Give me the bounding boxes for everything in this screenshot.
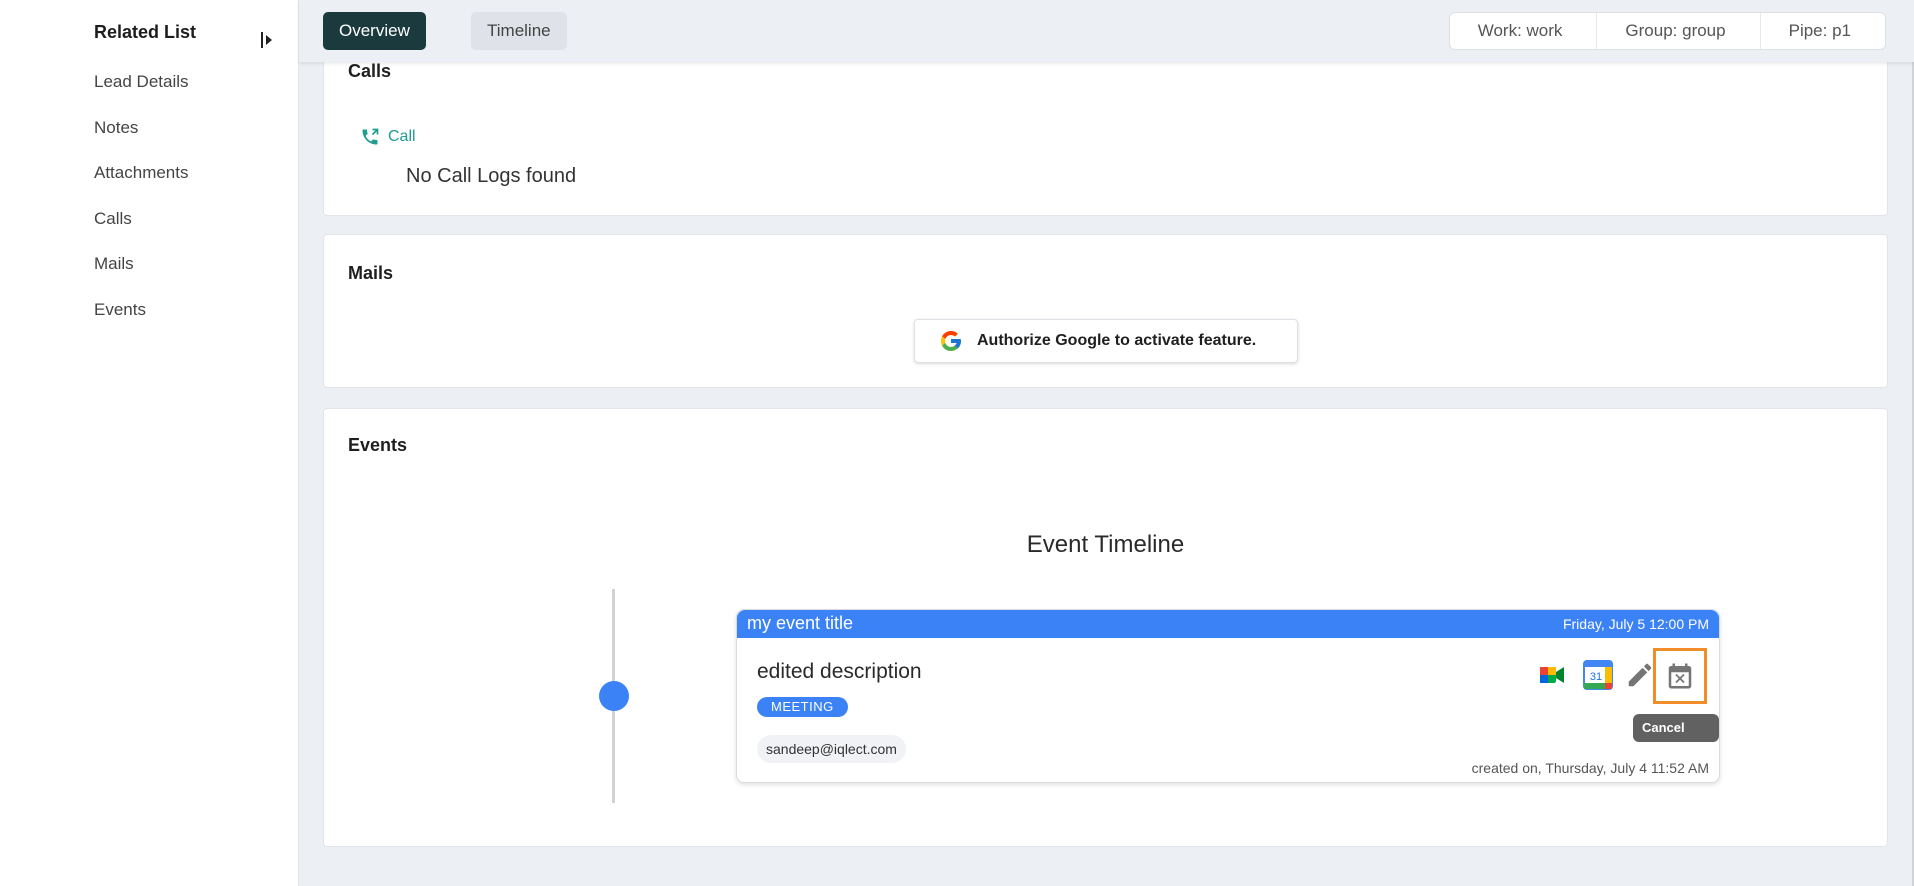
- mails-section: Mails Authorize Google to activate featu…: [323, 234, 1888, 388]
- call-link-label: Call: [388, 128, 416, 145]
- sidebar-list: Lead Details Notes Attachments Calls Mai…: [94, 70, 189, 344]
- mails-title: Mails: [348, 263, 394, 283]
- sidebar-item-lead-details[interactable]: Lead Details: [94, 70, 189, 116]
- svg-text:31: 31: [1590, 671, 1602, 683]
- calls-section: Calls Call No Call Logs found: [323, 42, 1888, 216]
- authorize-google-button[interactable]: Authorize Google to activate feature.: [914, 319, 1298, 363]
- calendar-cancel-icon: [1668, 663, 1692, 689]
- events-title: Events: [348, 435, 408, 455]
- sidebar-item-notes[interactable]: Notes: [94, 116, 189, 162]
- timeline-dot: [599, 681, 629, 711]
- event-title: my event title: [747, 613, 854, 633]
- sidebar-item-attachments[interactable]: Attachments: [94, 161, 189, 207]
- collapse-sidebar-icon[interactable]: [260, 30, 274, 50]
- top-bar: Overview Timeline Work: work Group: grou…: [299, 0, 1914, 62]
- tab-overview[interactable]: Overview: [323, 12, 426, 50]
- call-link[interactable]: Call: [360, 127, 416, 147]
- event-card[interactable]: my event title Friday, July 5 12:00 PM e…: [736, 609, 1720, 783]
- authorize-google-label: Authorize Google to activate feature.: [977, 332, 1257, 349]
- google-calendar-icon[interactable]: 31: [1583, 660, 1613, 690]
- events-section: Events Event Timeline my event title Fri…: [323, 408, 1888, 847]
- sidebar-item-events[interactable]: Events: [94, 298, 189, 344]
- edit-pencil-icon[interactable]: [1625, 660, 1655, 690]
- breadcrumb-work[interactable]: Work: work: [1450, 13, 1597, 49]
- cancel-event-tooltip: Cancel Event: [1633, 714, 1719, 763]
- calendar-icon: 31: [1583, 660, 1613, 690]
- breadcrumb: Work: work Group: group Pipe: p1: [1448, 12, 1886, 50]
- event-date: Friday, July 5 12:00 PM: [1562, 616, 1709, 632]
- phone-call-icon: [362, 128, 379, 145]
- event-type-badge: MEETING: [757, 697, 848, 717]
- google-icon: [941, 331, 961, 351]
- cancel-event-button[interactable]: [1653, 648, 1707, 704]
- no-call-logs-text: No Call Logs found: [406, 165, 577, 187]
- sidebar-title: Related List: [94, 22, 197, 42]
- tab-timeline[interactable]: Timeline: [471, 12, 567, 50]
- event-header: my event title Friday, July 5 12:00 PM: [737, 610, 1719, 638]
- google-meet-icon[interactable]: [1537, 660, 1567, 690]
- calls-title: Calls: [348, 61, 392, 81]
- attendee-chip: sandeep@iqlect.com: [757, 735, 906, 763]
- breadcrumb-pipe[interactable]: Pipe: p1: [1759, 13, 1885, 49]
- sidebar-item-calls[interactable]: Calls: [94, 207, 189, 253]
- breadcrumb-group[interactable]: Group: group: [1596, 13, 1759, 49]
- event-description: edited description: [757, 660, 922, 683]
- sidebar-item-mails[interactable]: Mails: [94, 252, 189, 298]
- related-list-sidebar: Related List Lead Details Notes Attachme…: [0, 0, 299, 886]
- event-timeline-title: Event Timeline: [1026, 531, 1185, 558]
